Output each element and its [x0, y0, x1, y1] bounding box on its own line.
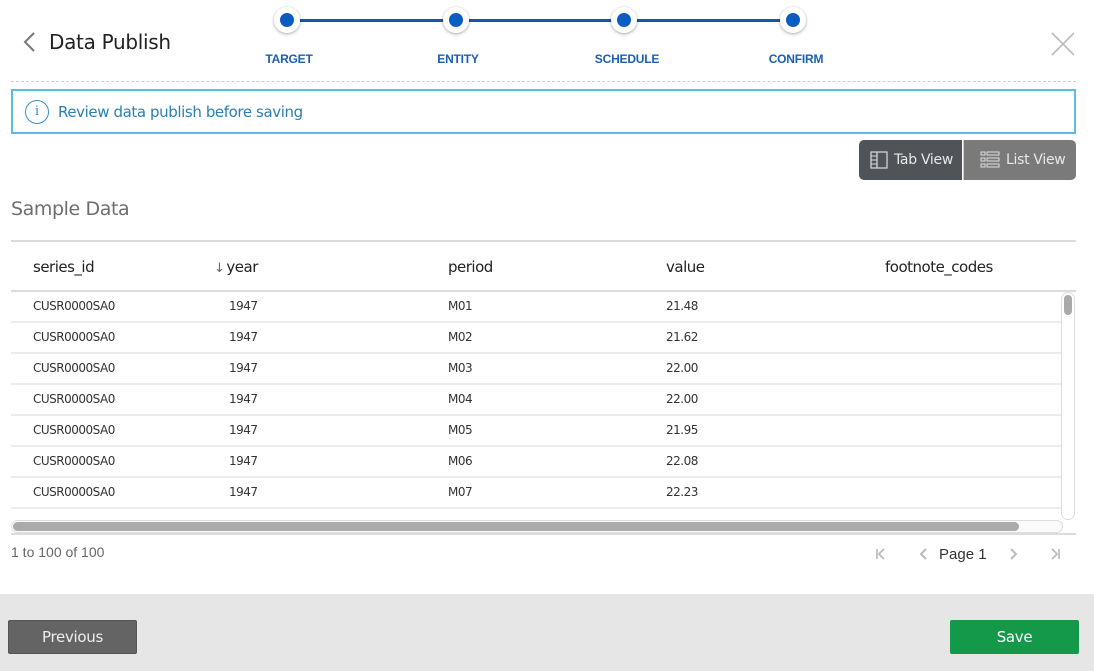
cell-value: 21.48: [666, 299, 698, 313]
sample-data-grid: series_id ↓ year period value footnote_co…: [11, 240, 1076, 535]
table-row[interactable]: CUSR0000SA0 1947 M06 22.08: [11, 447, 1063, 478]
list-view-icon: [980, 151, 1000, 168]
tab-view-button[interactable]: Tab View: [859, 140, 962, 180]
cell-series-id: CUSR0000SA0: [33, 485, 115, 499]
column-header-footnote-codes[interactable]: footnote_codes: [885, 258, 993, 276]
section-title: Sample Data: [11, 198, 130, 220]
step-connector: [288, 19, 457, 22]
save-button[interactable]: Save: [950, 620, 1079, 654]
column-header-period[interactable]: period: [448, 258, 493, 276]
step-dot-schedule[interactable]: [611, 7, 637, 33]
tab-view-label: Tab View: [894, 152, 953, 168]
cell-year: 1947: [229, 299, 258, 313]
cell-year: 1947: [229, 392, 258, 406]
grid-header: series_id ↓ year period value footnote_co…: [11, 242, 1076, 292]
grid-footer-divider: [11, 533, 1076, 535]
cell-period: M03: [448, 361, 473, 375]
cell-period: M05: [448, 423, 473, 437]
sort-descending-icon: ↓: [214, 261, 225, 276]
header: Data Publish TARGET ENTITY SCHEDULE CONF…: [0, 0, 1094, 82]
footer-bar: Previous Save: [0, 594, 1094, 671]
cell-value: 21.95: [666, 423, 698, 437]
cell-year: 1947: [229, 330, 258, 344]
column-header-value[interactable]: value: [666, 258, 705, 276]
tab-view-icon: [870, 151, 888, 169]
cell-period: M06: [448, 454, 473, 468]
step-connector: [457, 19, 626, 22]
cell-value: 22.08: [666, 454, 698, 468]
prev-page-icon[interactable]: [918, 547, 930, 561]
step-label-schedule[interactable]: SCHEDULE: [595, 52, 660, 66]
cell-year: 1947: [229, 361, 258, 375]
page-indicator: Page 1: [939, 545, 987, 563]
cell-period: M07: [448, 485, 473, 499]
row-count-summary: 1 to 100 of 100: [11, 544, 105, 560]
grid-body: CUSR0000SA0 1947 M01 21.48 CUSR0000SA0 1947 M0…: [11, 292, 1063, 510]
cell-series-id: CUSR0000SA0: [33, 361, 115, 375]
cell-series-id: CUSR0000SA0: [33, 423, 115, 437]
step-label-entity[interactable]: ENTITY: [437, 52, 479, 66]
step-label-confirm[interactable]: CONFIRM: [769, 52, 824, 66]
next-page-icon[interactable]: [1007, 547, 1019, 561]
stepper: TARGET ENTITY SCHEDULE CONFIRM: [245, 0, 845, 75]
info-banner: i Review data publish before saving: [11, 89, 1076, 134]
column-header-year-label: year: [226, 258, 258, 276]
previous-button[interactable]: Previous: [8, 620, 137, 654]
info-icon: i: [25, 99, 49, 124]
table-row[interactable]: CUSR0000SA0 1947 M05 21.95: [11, 416, 1063, 447]
vertical-scrollbar[interactable]: [1061, 292, 1075, 520]
horizontal-scrollbar[interactable]: [11, 520, 1063, 533]
cell-value: 21.62: [666, 330, 698, 344]
cell-series-id: CUSR0000SA0: [33, 392, 115, 406]
column-header-year[interactable]: ↓ year: [214, 258, 258, 276]
info-banner-text: Review data publish before saving: [58, 102, 303, 121]
cell-period: M02: [448, 330, 473, 344]
cell-series-id: CUSR0000SA0: [33, 454, 115, 468]
first-page-icon[interactable]: [875, 547, 887, 561]
cell-value: 22.00: [666, 361, 698, 375]
table-row[interactable]: CUSR0000SA0 1947 M01 21.48: [11, 292, 1063, 323]
header-divider: [11, 81, 1076, 82]
cell-value: 22.23: [666, 485, 698, 499]
step-label-target[interactable]: TARGET: [265, 52, 312, 66]
cell-series-id: CUSR0000SA0: [33, 330, 115, 344]
cell-series-id: CUSR0000SA0: [33, 299, 115, 313]
cell-period: M01: [448, 299, 473, 313]
last-page-icon[interactable]: [1049, 547, 1061, 561]
view-toggle: Tab View List View: [859, 140, 1076, 180]
chevron-left-icon[interactable]: [20, 30, 40, 54]
list-view-button[interactable]: List View: [963, 140, 1076, 180]
step-dot-entity[interactable]: [443, 7, 469, 33]
step-dot-confirm[interactable]: [780, 7, 806, 33]
close-icon[interactable]: [1049, 30, 1077, 58]
table-row[interactable]: CUSR0000SA0 1947 M03 22.00: [11, 354, 1063, 385]
table-row[interactable]: CUSR0000SA0 1947 M02 21.62: [11, 323, 1063, 354]
cell-year: 1947: [229, 485, 258, 499]
cell-year: 1947: [229, 454, 258, 468]
list-view-label: List View: [1006, 152, 1066, 168]
cell-value: 22.00: [666, 392, 698, 406]
cell-period: M04: [448, 392, 473, 406]
horizontal-scroll-thumb[interactable]: [13, 522, 1019, 531]
cell-year: 1947: [229, 423, 258, 437]
vertical-scroll-thumb[interactable]: [1064, 295, 1072, 315]
page-title: Data Publish: [49, 30, 171, 54]
pagination: Page 1: [870, 544, 1061, 564]
step-connector: [626, 19, 795, 22]
table-row[interactable]: CUSR0000SA0 1947 M04 22.00: [11, 385, 1063, 416]
table-row[interactable]: CUSR0000SA0 1947 M07 22.23: [11, 478, 1063, 509]
column-header-series-id[interactable]: series_id: [33, 258, 95, 276]
step-dot-target[interactable]: [274, 7, 300, 33]
